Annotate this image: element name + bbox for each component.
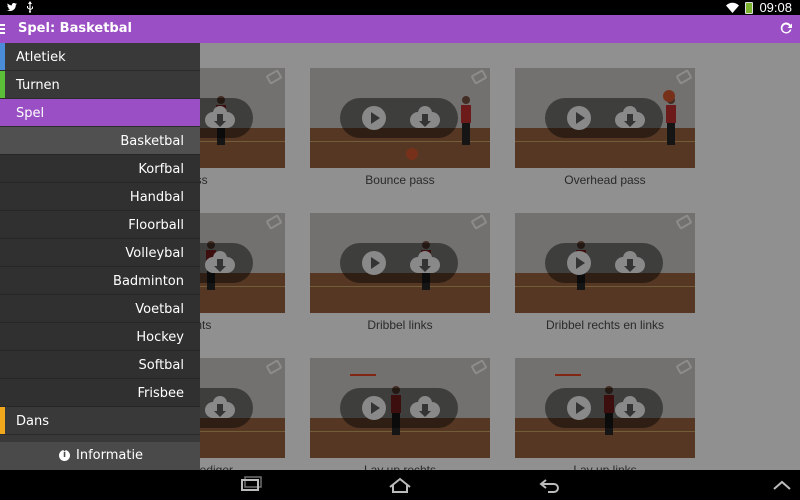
chevron-up-icon[interactable] [770,476,794,494]
battery-icon [745,1,754,14]
wifi-icon [726,2,740,13]
page-title: Spel: Basketbal [18,21,132,36]
drawer-category-label: Spel [16,106,45,121]
drawer-subitem-label: Handbal [129,190,184,205]
category-color-stripe [0,99,5,126]
drawer-category[interactable]: Atletiek [0,43,200,71]
recent-apps-icon[interactable] [238,476,262,494]
drawer-category-label: Dans [16,414,49,429]
screen: 09:08 Spel: Basketbal passBounce passOve… [0,0,800,500]
drawer-category-label: Atletiek [16,50,66,65]
category-color-stripe [0,407,5,434]
drawer-subitem-label: Hockey [136,330,184,345]
category-color-stripe [0,43,5,70]
drawer-subitem[interactable]: Basketbal [0,127,200,155]
refresh-icon[interactable] [778,20,794,36]
drawer-subitem[interactable]: Volleybal [0,239,200,267]
info-label: Informatie [76,448,144,463]
drawer-category[interactable]: Dans [0,407,200,435]
drawer-subitem-label: Frisbee [137,386,184,401]
drawer-subitem-label: Basketbal [120,134,184,149]
back-icon[interactable] [538,476,562,494]
drawer-subitem[interactable]: Softbal [0,351,200,379]
drawer-category[interactable]: Turnen [0,71,200,99]
drawer-category-label: Turnen [16,78,60,93]
info-icon: i [59,450,70,461]
category-color-stripe [0,71,5,98]
drawer-subitem[interactable]: Voetbal [0,295,200,323]
usb-icon [27,1,33,13]
navigation-drawer: Atletiek Turnen Spel Basketbal Korfbal Handba… [0,43,200,470]
drawer-subitem-label: Korfbal [138,162,184,177]
twitter-icon [7,2,17,11]
drawer-subitem-label: Volleybal [125,246,184,261]
drawer-subitem[interactable]: Frisbee [0,379,200,407]
drawer-subitem-label: Softbal [138,358,184,373]
drawer-subitem[interactable]: Badminton [0,267,200,295]
home-icon[interactable] [388,476,412,494]
drawer-subitem-label: Voetbal [135,302,184,317]
drawer-category[interactable]: Spel [0,99,200,127]
status-bar: 09:08 [0,0,800,15]
drawer-subitem[interactable]: Floorball [0,211,200,239]
info-button[interactable]: i Informatie [0,442,200,470]
navigation-bar [0,470,800,500]
drawer-subitem[interactable]: Handbal [0,183,200,211]
action-bar: Spel: Basketbal [0,15,800,43]
drawer-subitem[interactable]: Hockey [0,323,200,351]
drawer-subitem-label: Floorball [128,218,184,233]
drawer-toggle-icon[interactable] [0,24,6,34]
clock: 09:08 [759,0,792,15]
drawer-subitem-label: Badminton [113,274,184,289]
drawer-subitem[interactable]: Korfbal [0,155,200,183]
